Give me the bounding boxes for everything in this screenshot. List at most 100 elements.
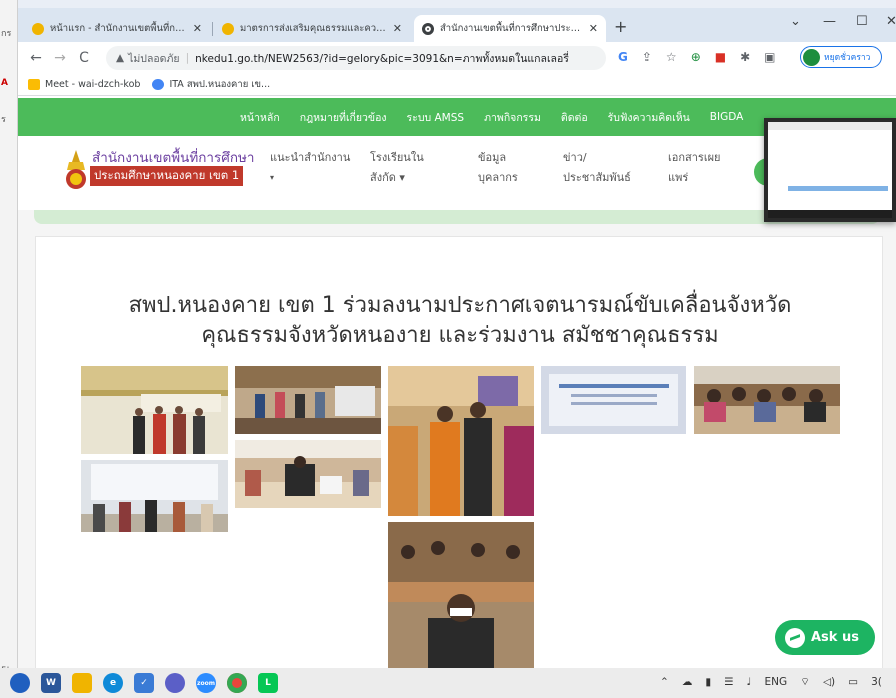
nav-bigdata[interactable]: BIGDA: [710, 111, 744, 123]
microphone-icon[interactable]: ♩: [747, 676, 752, 688]
gallery-photo[interactable]: [694, 366, 840, 434]
zoom-icon[interactable]: zoom: [196, 673, 216, 693]
share-icon[interactable]: ⇪: [642, 50, 652, 64]
meet-tray-icon[interactable]: ▮: [705, 676, 711, 688]
clock-fragment[interactable]: 3(: [871, 676, 882, 688]
tab-label: สำนักงานเขตพื้นที่การศึกษาประถมศึก: [440, 23, 583, 34]
extension-red-icon[interactable]: ■: [715, 50, 726, 64]
bookmark-label: ITA สพป.หนองคาย เข...: [169, 79, 271, 90]
volume-icon[interactable]: ◁): [823, 676, 835, 688]
gallery-photo[interactable]: [81, 366, 228, 454]
ask-us-button[interactable]: Ask us: [775, 620, 875, 655]
url-text: nkedu1.go.th/NEW2563/?id=gelory&pic=3091…: [195, 52, 569, 65]
tab-label: มาตรการส่งเสริมคุณธรรมและความโปร่: [240, 23, 387, 34]
tab-label: หน้าแรก - สำนักงานเขตพื้นที่การศึกษ: [50, 23, 187, 34]
menu-about[interactable]: แนะนำสำนักงาน ▾: [270, 148, 350, 188]
bookmark-label: Meet - wai-dzch-kob: [45, 79, 141, 90]
battery-icon[interactable]: ▭: [848, 676, 858, 688]
menu-documents[interactable]: เอกสารเผย แพร่: [668, 148, 720, 188]
nav-laws[interactable]: กฎหมายที่เกี่ยวข้อง: [300, 109, 387, 126]
gallery-photo[interactable]: [235, 366, 381, 434]
gallery-photo[interactable]: [388, 366, 534, 516]
bookmarks-bar: Meet - wai-dzch-kob ITA สพป.หนองคาย เข..…: [18, 74, 896, 96]
gallery-photo[interactable]: [388, 522, 534, 668]
underlying-text: ร: [1, 115, 6, 125]
avatar: [803, 48, 820, 66]
gallery-photo[interactable]: [541, 366, 686, 434]
underlying-text: กร: [1, 29, 12, 39]
minimize-button[interactable]: —: [823, 14, 836, 29]
edge-icon[interactable]: e: [103, 673, 123, 693]
nav-home[interactable]: หน้าหลัก: [240, 109, 280, 126]
cloud-icon[interactable]: ☁: [682, 676, 693, 688]
google-lens-icon[interactable]: G: [618, 50, 628, 64]
browser-toolbar: ← → C ▲ ไม่ปลอดภัย | nkedu1.go.th/NEW256…: [18, 42, 896, 74]
todo-icon[interactable]: ✓: [134, 673, 154, 693]
close-icon[interactable]: ✕: [393, 22, 402, 35]
messenger-icon: [785, 627, 805, 648]
address-bar[interactable]: ▲ ไม่ปลอดภัย | nkedu1.go.th/NEW2563/?id=…: [106, 46, 606, 70]
language-indicator[interactable]: ENG: [764, 676, 787, 688]
profile-label: หยุดชั่วคราว: [824, 53, 871, 63]
reload-icon[interactable]: C: [72, 50, 96, 66]
back-icon[interactable]: ←: [24, 50, 48, 66]
ita-icon: [152, 79, 165, 90]
menu-personnel[interactable]: ข้อมูล บุคลากร: [478, 148, 518, 188]
photos-icon[interactable]: [165, 673, 185, 693]
underlying-text: A: [1, 78, 8, 88]
nav-gallery[interactable]: ภาพกิจกรรม: [484, 109, 541, 126]
globe-icon: [422, 22, 434, 35]
taskbar: W e ✓ zoom L ⌃ ☁ ▮ ☰ ♩ ENG ⌔ ◁) ▭ 3(: [0, 668, 896, 698]
logo-subtitle: ประถมศึกษาหนองคาย เขต 1: [90, 166, 244, 186]
underlying-window-edge: กร A ร 5': [0, 0, 18, 676]
extension-icon[interactable]: ⊕: [691, 50, 701, 64]
tab-home[interactable]: หน้าแรก - สำนักงานเขตพื้นที่การศึกษ ✕: [24, 15, 210, 42]
nav-contact[interactable]: ติดต่อ: [561, 109, 588, 126]
close-icon[interactable]: ✕: [193, 22, 202, 35]
profile-button[interactable]: หยุดชั่วคราว: [800, 46, 882, 68]
screen-share-preview[interactable]: [764, 118, 896, 222]
start-icon[interactable]: [10, 673, 30, 693]
browser-window: หน้าแรก - สำนักงานเขตพื้นที่การศึกษ ✕ มา…: [18, 8, 896, 668]
bookmark-ita[interactable]: ITA สพป.หนองคาย เข...: [152, 77, 270, 92]
office-emblem-icon[interactable]: [63, 150, 89, 190]
wifi-icon[interactable]: ⌔: [800, 675, 810, 689]
gallery-photo[interactable]: [235, 440, 381, 508]
new-tab-button[interactable]: +: [614, 19, 627, 35]
sidepanel-icon[interactable]: ▣: [764, 50, 775, 64]
menu-schools[interactable]: โรงเรียนใน สังกัด ▾: [370, 148, 424, 188]
tab-strip: หน้าแรก - สำนักงานเขตพื้นที่การศึกษ ✕ มา…: [18, 8, 896, 42]
logo-title: สำนักงานเขตพื้นที่การศึกษา: [92, 150, 255, 166]
system-tray: ⌃ ☁ ▮ ☰ ♩ ENG ⌔ ◁) ▭ 3(: [660, 675, 882, 689]
site-favicon-icon: [32, 22, 44, 35]
tab-ethics[interactable]: มาตรการส่งเสริมคุณธรรมและความโปร่ ✕: [214, 15, 410, 42]
underlying-window-titlebar: [18, 0, 896, 8]
chevron-up-icon[interactable]: ⌃: [660, 676, 669, 688]
tab-search-icon[interactable]: ⌄: [790, 14, 801, 29]
puzzle-icon[interactable]: ✱: [740, 50, 750, 64]
close-icon[interactable]: ✕: [589, 22, 598, 35]
bookmark-star-icon[interactable]: ☆: [666, 50, 677, 64]
settings-tray-icon[interactable]: ☰: [724, 676, 733, 688]
warning-icon: ▲: [116, 52, 125, 64]
file-explorer-icon[interactable]: [72, 673, 92, 693]
gallery-headline: สพป.หนองคาย เขต 1 ร่วมลงนามประกาศเจตนารม…: [128, 293, 792, 348]
toolbar-icons: G ⇪ ☆ ⊕ ■ ✱ ▣: [618, 50, 776, 64]
nav-feedback[interactable]: รับฟังความคิดเห็น: [608, 109, 690, 126]
maximize-button[interactable]: ☐: [856, 14, 868, 29]
menu-news[interactable]: ข่าว/ ประชาสัมพันธ์: [563, 148, 631, 188]
forward-icon[interactable]: →: [48, 50, 72, 66]
line-icon[interactable]: L: [258, 673, 278, 693]
word-icon[interactable]: W: [41, 673, 61, 693]
insecure-label: ไม่ปลอดภัย: [128, 52, 180, 65]
site-favicon-icon: [222, 22, 234, 35]
window-close-button[interactable]: ✕: [886, 14, 896, 29]
chrome-icon[interactable]: [227, 673, 247, 693]
tab-active[interactable]: สำนักงานเขตพื้นที่การศึกษาประถมศึก ✕: [414, 15, 606, 42]
ask-us-label: Ask us: [811, 630, 859, 645]
header-divider: [34, 210, 880, 224]
meet-icon: [28, 79, 40, 90]
nav-amss[interactable]: ระบบ AMSS: [407, 109, 465, 126]
bookmark-meet[interactable]: Meet - wai-dzch-kob: [28, 79, 140, 90]
gallery-photo[interactable]: [81, 460, 228, 532]
